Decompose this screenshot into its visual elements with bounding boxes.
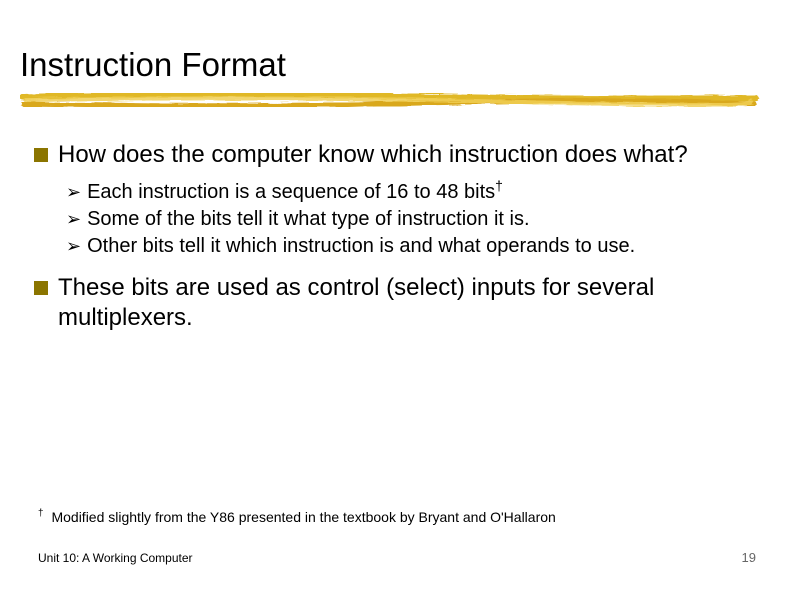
slide-title: Instruction Format	[20, 46, 760, 84]
footnote: † Modified slightly from the Y86 presente…	[38, 509, 738, 525]
page-number: 19	[742, 550, 756, 565]
bullet-text: How does the computer know which instruc…	[58, 140, 688, 170]
sub-bullet-text: Some of the bits tell it what type of in…	[87, 207, 529, 232]
slide-body: How does the computer know which instruc…	[34, 140, 754, 343]
arrow-bullet-icon: ➢	[66, 209, 81, 231]
footer-unit: Unit 10: A Working Computer	[38, 551, 193, 565]
footnote-text: Modified slightly from the Y86 presented…	[51, 509, 555, 525]
title-underline	[20, 88, 760, 114]
square-bullet-icon	[34, 281, 48, 295]
square-bullet-icon	[34, 148, 48, 162]
arrow-bullet-icon: ➢	[66, 182, 81, 204]
footnote-mark: †	[38, 508, 43, 519]
sub-bullet-text: Each instruction is a sequence of 16 to …	[87, 180, 503, 205]
sub-bullet-item: ➢ Some of the bits tell it what type of …	[66, 207, 754, 232]
bullet-item: These bits are used as control (select) …	[34, 273, 754, 333]
bullet-item: How does the computer know which instruc…	[34, 140, 754, 170]
arrow-bullet-icon: ➢	[66, 236, 81, 258]
sub-bullet-text: Other bits tell it which instruction is …	[87, 234, 635, 259]
bullet-text: These bits are used as control (select) …	[58, 273, 754, 333]
slide: Instruction Format How does the c	[0, 0, 794, 595]
sub-bullet-item: ➢ Each instruction is a sequence of 16 t…	[66, 180, 754, 205]
sub-bullet-group: ➢ Each instruction is a sequence of 16 t…	[66, 180, 754, 259]
title-area: Instruction Format	[20, 46, 760, 114]
sub-bullet-item: ➢ Other bits tell it which instruction i…	[66, 234, 754, 259]
